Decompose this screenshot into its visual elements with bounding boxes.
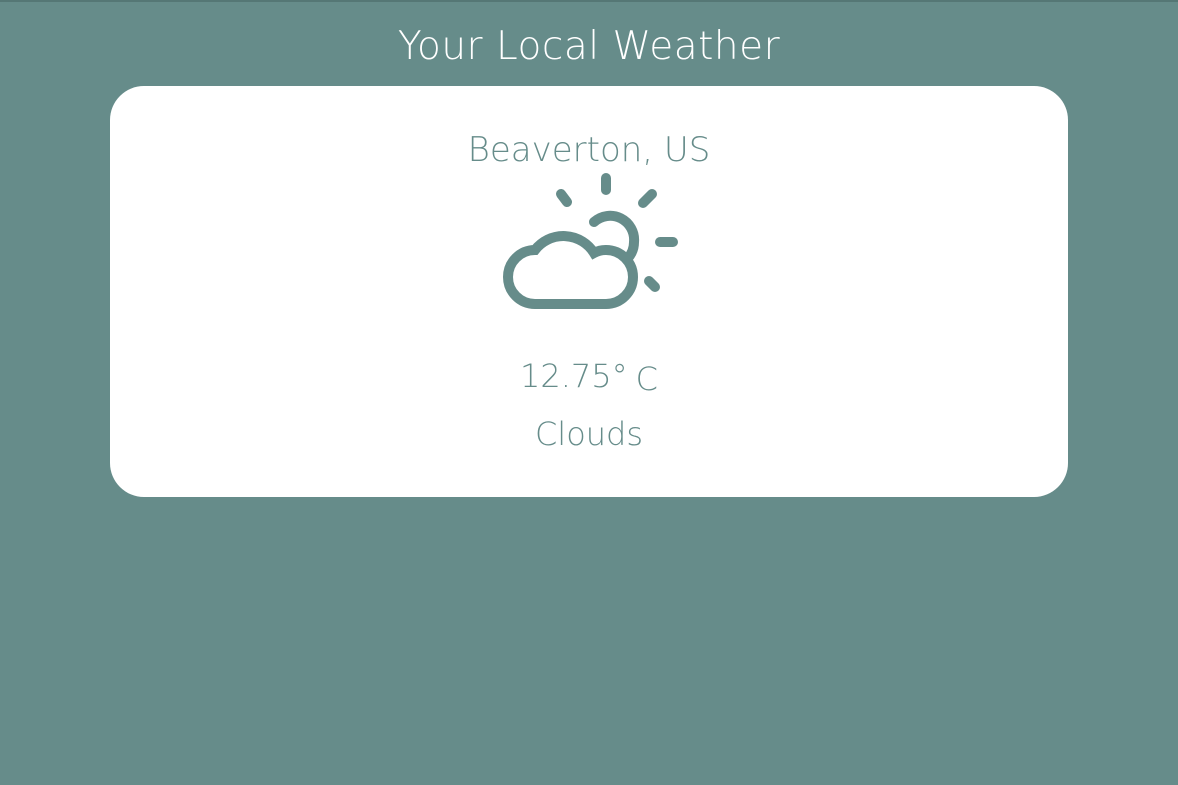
location-label: Beaverton, US: [467, 130, 711, 170]
sun-ray: [638, 189, 657, 208]
sun-ray: [644, 276, 660, 292]
weather-card: Beaverton, US 12.75° C Clouds: [110, 86, 1068, 497]
temperature-value: 12.75°: [520, 357, 628, 395]
cloud-shape: [503, 231, 638, 309]
page-title: Your Local Weather: [397, 24, 781, 69]
partly-cloudy-icon: [503, 173, 678, 309]
temperature-unit: C: [635, 360, 658, 398]
condition-label: Clouds: [534, 415, 644, 453]
sun-ray: [556, 189, 572, 207]
temperature-readout: 12.75° C: [110, 354, 1068, 398]
top-border: [0, 0, 1178, 2]
